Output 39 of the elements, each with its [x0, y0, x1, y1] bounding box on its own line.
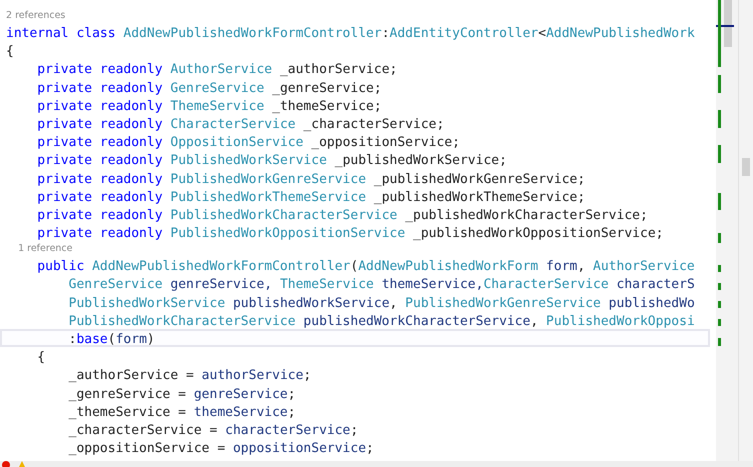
error-icon[interactable]: [2, 461, 10, 467]
code-line: private readonly PublishedWorkThemeService _publishedWorkThemeService;: [36, 188, 586, 205]
change-marker: [718, 319, 721, 326]
code-line: private readonly ThemeService _themeService;: [36, 98, 383, 114]
code-line: private readonly PublishedWorkOppositionService _publishedWorkOppositionService;: [36, 225, 664, 242]
code-line: {: [5, 43, 15, 60]
code-line: {: [36, 349, 46, 366]
change-marker: [718, 265, 721, 272]
code-line: _oppositionService = oppositionService;: [68, 440, 375, 456]
code-line: internal class AddNewPublishedWorkFormController:AddEntityController<AddNewPublishedWork: [5, 25, 696, 42]
change-marker: [718, 110, 721, 128]
change-marker: [718, 338, 721, 346]
code-line: private readonly CharacterService _characterService;: [36, 116, 446, 132]
code-line: private readonly PublishedWorkGenreService _publishedWorkGenreService;: [36, 170, 586, 187]
reference-count[interactable]: 1 reference: [6, 241, 73, 256]
code-line: private readonly AuthorService _authorService;: [36, 61, 398, 78]
change-marker: [718, 233, 721, 243]
change-marker: [718, 301, 721, 308]
scroll-thumb[interactable]: [742, 158, 750, 176]
change-marker: [718, 0, 721, 67]
change-marker: [718, 193, 721, 210]
change-marker: [718, 75, 721, 93]
reference-count[interactable]: 2 references: [6, 8, 66, 23]
change-marker: [718, 145, 721, 163]
scroll-thumb[interactable]: [724, 0, 732, 47]
code-line: private readonly PublishedWorkCharacterService _publishedWorkCharacterService;: [36, 206, 649, 224]
vertical-scrollbar[interactable]: [738, 0, 753, 461]
code-line: GenreService genreService, ThemeService themeService,CharacterService characterS: [68, 276, 696, 293]
code-line: _characterService = characterService;: [68, 422, 360, 438]
code-line: private readonly GenreService _genreService;: [36, 80, 383, 96]
code-line: PublishedWorkService publishedWorkService, PublishedWorkGenreService publishedWo: [68, 294, 696, 311]
change-marker: [718, 283, 721, 290]
code-line: _themeService = themeService;: [68, 404, 297, 420]
code-line: _genreService = genreService;: [68, 386, 297, 402]
code-line: _authorService = authorService;: [68, 367, 312, 384]
code-line: public AddNewPublishedWorkFormController(AddNewPublishedWorkForm form, AuthorService: [36, 258, 696, 274]
code-line: private readonly OppositionService _oppositionService;: [36, 134, 461, 150]
code-line: private readonly PublishedWorkService _publishedWorkService;: [36, 152, 508, 168]
code-line: PublishedWorkCharacterService publishedWorkCharacterService, PublishedWorkOpposi: [68, 312, 696, 329]
